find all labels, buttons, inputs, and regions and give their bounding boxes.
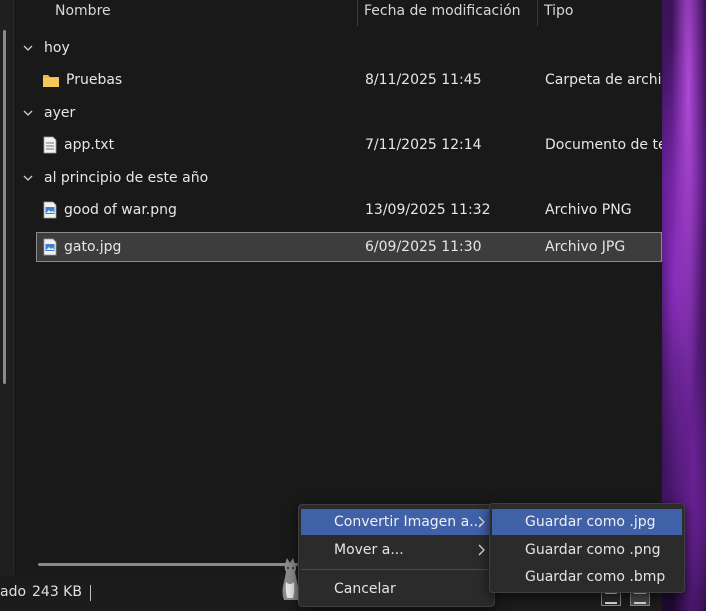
menu-item-label: Guardar como .png bbox=[525, 542, 661, 558]
file-row-selected[interactable]: gato.jpg 6/09/2025 11:30 Archivo JPG bbox=[36, 232, 662, 262]
column-name-header[interactable]: Nombre bbox=[49, 0, 357, 26]
group-header-today[interactable]: hoy bbox=[22, 37, 70, 59]
column-type-header[interactable]: Tipo bbox=[537, 0, 662, 26]
vertical-scrollbar[interactable] bbox=[0, 0, 14, 575]
menu-item-label: Guardar como .jpg bbox=[525, 514, 656, 530]
chevron-down-icon bbox=[23, 175, 33, 181]
menu-item-label: Guardar como .bmp bbox=[525, 569, 666, 585]
chevron-down-icon bbox=[23, 110, 33, 116]
file-date: 7/11/2025 12:14 bbox=[365, 137, 482, 153]
submenu-item-save-png[interactable]: Guardar como .png bbox=[492, 537, 682, 563]
chevron-right-icon bbox=[478, 544, 485, 556]
status-divider bbox=[90, 585, 91, 601]
group-label: hoy bbox=[44, 40, 70, 56]
submenu-item-save-jpg[interactable]: Guardar como .jpg bbox=[492, 509, 682, 535]
column-header: Nombre Fecha de modificación Tipo bbox=[14, 0, 662, 26]
file-type: Carpeta de archivos bbox=[545, 72, 662, 88]
menu-item-label: Mover a... bbox=[334, 542, 404, 558]
menu-item-cancel[interactable]: Cancelar bbox=[301, 576, 492, 602]
column-date-header[interactable]: Fecha de modificación bbox=[357, 0, 537, 26]
submenu-item-save-bmp[interactable]: Guardar como .bmp bbox=[492, 564, 682, 590]
file-date: 6/09/2025 11:30 bbox=[365, 239, 482, 255]
file-row[interactable]: Pruebas 8/11/2025 11:45 Carpeta de archi… bbox=[36, 65, 662, 95]
file-type: Archivo PNG bbox=[545, 202, 632, 218]
menu-item-convert-image[interactable]: Convertir Imagen a... bbox=[301, 509, 492, 535]
chevron-down-icon bbox=[23, 45, 33, 51]
folder-icon bbox=[43, 74, 59, 87]
file-name: good of war.png bbox=[64, 202, 177, 218]
file-row[interactable]: good of war.png 13/09/2025 11:32 Archivo… bbox=[36, 195, 662, 225]
menu-item-label: Cancelar bbox=[334, 581, 396, 597]
horizontal-scrollbar-thumb[interactable] bbox=[38, 563, 298, 566]
file-name: Pruebas bbox=[66, 72, 123, 88]
file-row[interactable]: app.txt 7/11/2025 12:14 Documento de tex… bbox=[36, 130, 662, 160]
menu-item-label: Convertir Imagen a... bbox=[334, 514, 483, 530]
menu-item-move-to[interactable]: Mover a... bbox=[301, 537, 492, 563]
group-header-earlier-this-year[interactable]: al principio de este año bbox=[22, 167, 208, 189]
file-name: gato.jpg bbox=[64, 239, 122, 255]
context-menu: Convertir Imagen a... Mover a... Cancela… bbox=[298, 504, 495, 607]
convert-submenu: Guardar como .jpg Guardar como .png Guar… bbox=[489, 503, 685, 593]
image-file-icon bbox=[43, 201, 57, 219]
group-header-yesterday[interactable]: ayer bbox=[22, 102, 75, 124]
image-file-icon bbox=[43, 238, 57, 256]
file-date: 13/09/2025 11:32 bbox=[365, 202, 491, 218]
text-file-icon bbox=[43, 136, 57, 154]
group-label: ayer bbox=[44, 105, 76, 121]
file-type: Archivo JPG bbox=[545, 239, 626, 255]
file-type: Documento de texto bbox=[545, 137, 662, 153]
group-label: al principio de este año bbox=[44, 170, 209, 186]
menu-separator bbox=[301, 569, 492, 570]
chevron-right-icon bbox=[478, 516, 485, 528]
status-size: 243 KB bbox=[32, 584, 82, 600]
file-name: app.txt bbox=[64, 137, 115, 153]
vertical-scrollbar-thumb[interactable] bbox=[3, 30, 6, 384]
status-selection-text: ado bbox=[0, 584, 27, 600]
file-date: 8/11/2025 11:45 bbox=[365, 72, 482, 88]
